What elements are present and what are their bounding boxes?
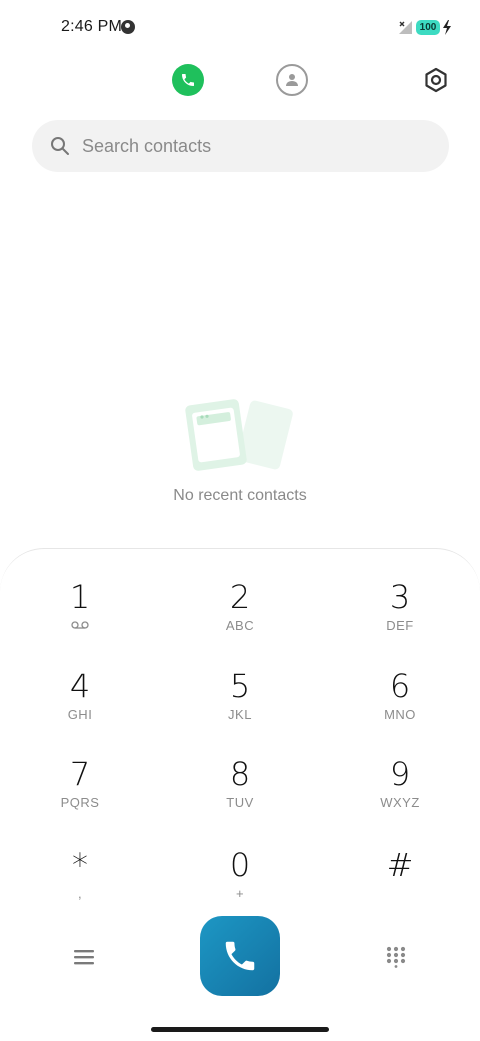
key-digit: 2: [229, 578, 251, 616]
battery-level: 100: [416, 20, 440, 35]
phone-icon: [182, 74, 194, 86]
notification-app-icon: [121, 20, 135, 34]
dialpad-key-2[interactable]: 2 ABC: [180, 579, 300, 659]
home-indicator[interactable]: [151, 1027, 329, 1032]
key-digit: 7: [69, 755, 91, 793]
search-icon: [51, 137, 69, 155]
dialpad-icon: [386, 946, 406, 968]
key-letters: +: [235, 886, 245, 901]
status-bar: 2:46 PM 100: [0, 0, 480, 56]
charging-icon: [443, 20, 451, 35]
key-letters: WXYZ: [380, 795, 420, 810]
empty-state-message: No recent contacts: [173, 487, 307, 504]
key-digit: 3: [389, 578, 411, 616]
dialpad-key-7[interactable]: 7 PQRS: [20, 756, 140, 836]
empty-contacts-illustration: [185, 399, 293, 471]
menu-icon: [74, 950, 94, 965]
tab-recents[interactable]: [172, 64, 204, 96]
dialer-actions: [0, 916, 480, 996]
person-icon: [286, 74, 298, 86]
key-letters: MNO: [384, 707, 416, 722]
dialpad-key-4[interactable]: 4 GHI: [20, 668, 140, 748]
key-letters: GHI: [67, 707, 93, 722]
dialpad-toggle-button[interactable]: [378, 942, 414, 972]
status-time: 2:46 PM: [61, 18, 122, 35]
key-letters: DEF: [386, 618, 414, 633]
key-digit: 1: [69, 578, 91, 616]
top-nav: [0, 56, 480, 108]
dialpad-key-star[interactable]: * ,: [20, 847, 140, 927]
key-letters: ABC: [225, 618, 255, 633]
key-digit: *: [72, 846, 88, 884]
no-signal-icon: [399, 21, 412, 34]
dialpad-key-1[interactable]: 1: [20, 579, 140, 659]
dialpad-key-5[interactable]: 5 JKL: [180, 668, 300, 748]
settings-button[interactable]: [422, 66, 450, 94]
key-letters: PQRS: [60, 795, 100, 810]
settings-icon: [425, 67, 447, 93]
key-digit: 9: [389, 755, 411, 793]
phone-icon: [225, 941, 255, 971]
key-letters: ,: [77, 886, 83, 901]
key-digit: 8: [229, 755, 251, 793]
tab-contacts[interactable]: [276, 64, 308, 96]
key-letters: JKL: [228, 707, 252, 722]
dialpad-key-3[interactable]: 3 DEF: [340, 579, 460, 659]
key-digit: 0: [229, 846, 251, 884]
dialpad-key-6[interactable]: 6 MNO: [340, 668, 460, 748]
dialpad-key-pound[interactable]: #: [340, 847, 460, 927]
dialpad-key-9[interactable]: 9 WXYZ: [340, 756, 460, 836]
key-digit: 5: [229, 667, 251, 705]
key-digit: 4: [69, 667, 91, 705]
dialpad-key-0[interactable]: 0 +: [180, 847, 300, 927]
menu-button[interactable]: [64, 944, 104, 970]
key-digit: #: [386, 846, 414, 884]
key-digit: 6: [389, 667, 411, 705]
call-button[interactable]: [200, 916, 280, 996]
search-input[interactable]: [82, 120, 422, 172]
search-bar[interactable]: [32, 120, 449, 172]
voicemail-icon: [71, 621, 89, 629]
key-letters: TUV: [226, 795, 254, 810]
dialpad-key-8[interactable]: 8 TUV: [180, 756, 300, 836]
